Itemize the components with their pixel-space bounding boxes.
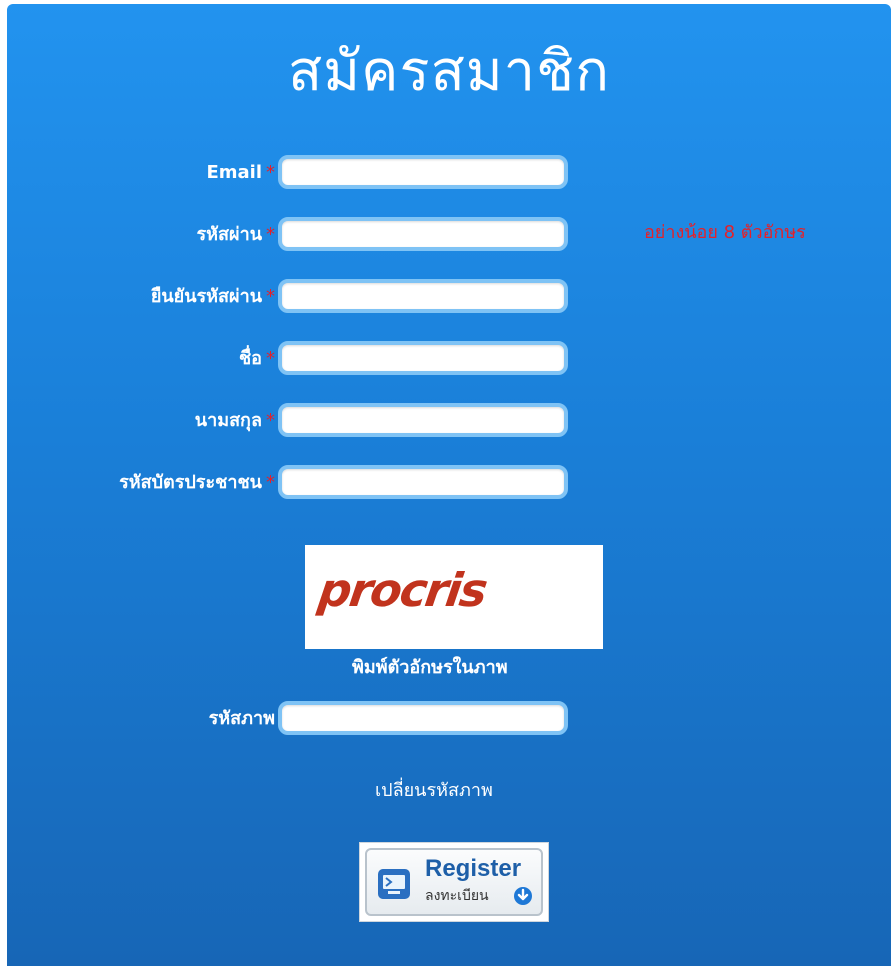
register-button-face: Register ลงทะเบียน [365,848,543,916]
captcha-input-label: รหัสภาพ [208,708,275,729]
national-id-label: รหัสบัตรประชาชน * [119,472,275,493]
confirm-password-field[interactable] [278,279,568,313]
national-id-field[interactable] [278,465,568,499]
last-name-field[interactable] [278,403,568,437]
register-button[interactable]: Register ลงทะเบียน [359,842,549,922]
required-mark: * [266,224,275,245]
captcha-image: procris [305,545,603,649]
computer-icon [378,869,410,899]
first-name-field[interactable] [278,341,568,375]
page-title: สมัครสมาชิก [287,39,611,104]
last-name-label: นามสกุล * [194,410,275,431]
captcha-input[interactable] [278,701,568,735]
required-mark: * [266,162,275,183]
email-field[interactable] [278,155,568,189]
first-name-label: ชื่อ * [238,348,275,369]
captcha-text: procris [315,563,490,617]
password-label: รหัสผ่าน * [196,224,275,245]
password-field[interactable] [278,217,568,251]
required-mark: * [266,472,275,493]
password-hint: อย่างน้อย 8 ตัวอักษร [644,222,806,243]
required-mark: * [266,286,275,307]
required-mark: * [266,410,275,431]
email-label: Email * [206,162,275,183]
change-captcha-link[interactable]: เปลี่ยนรหัสภาพ [375,779,493,803]
required-mark: * [266,348,275,369]
download-arrow-icon [514,887,532,905]
register-title: Register [425,855,522,882]
confirm-password-label: ยืนยันรหัสผ่าน * [150,286,275,307]
captcha-caption: พิมพ์ตัวอักษรในภาพ [352,657,508,678]
register-subtitle: ลงทะเบียน [425,888,489,904]
registration-panel: สมัครสมาชิก Email * รหัสผ่าน * อย่างน้อย 8… [7,4,891,966]
